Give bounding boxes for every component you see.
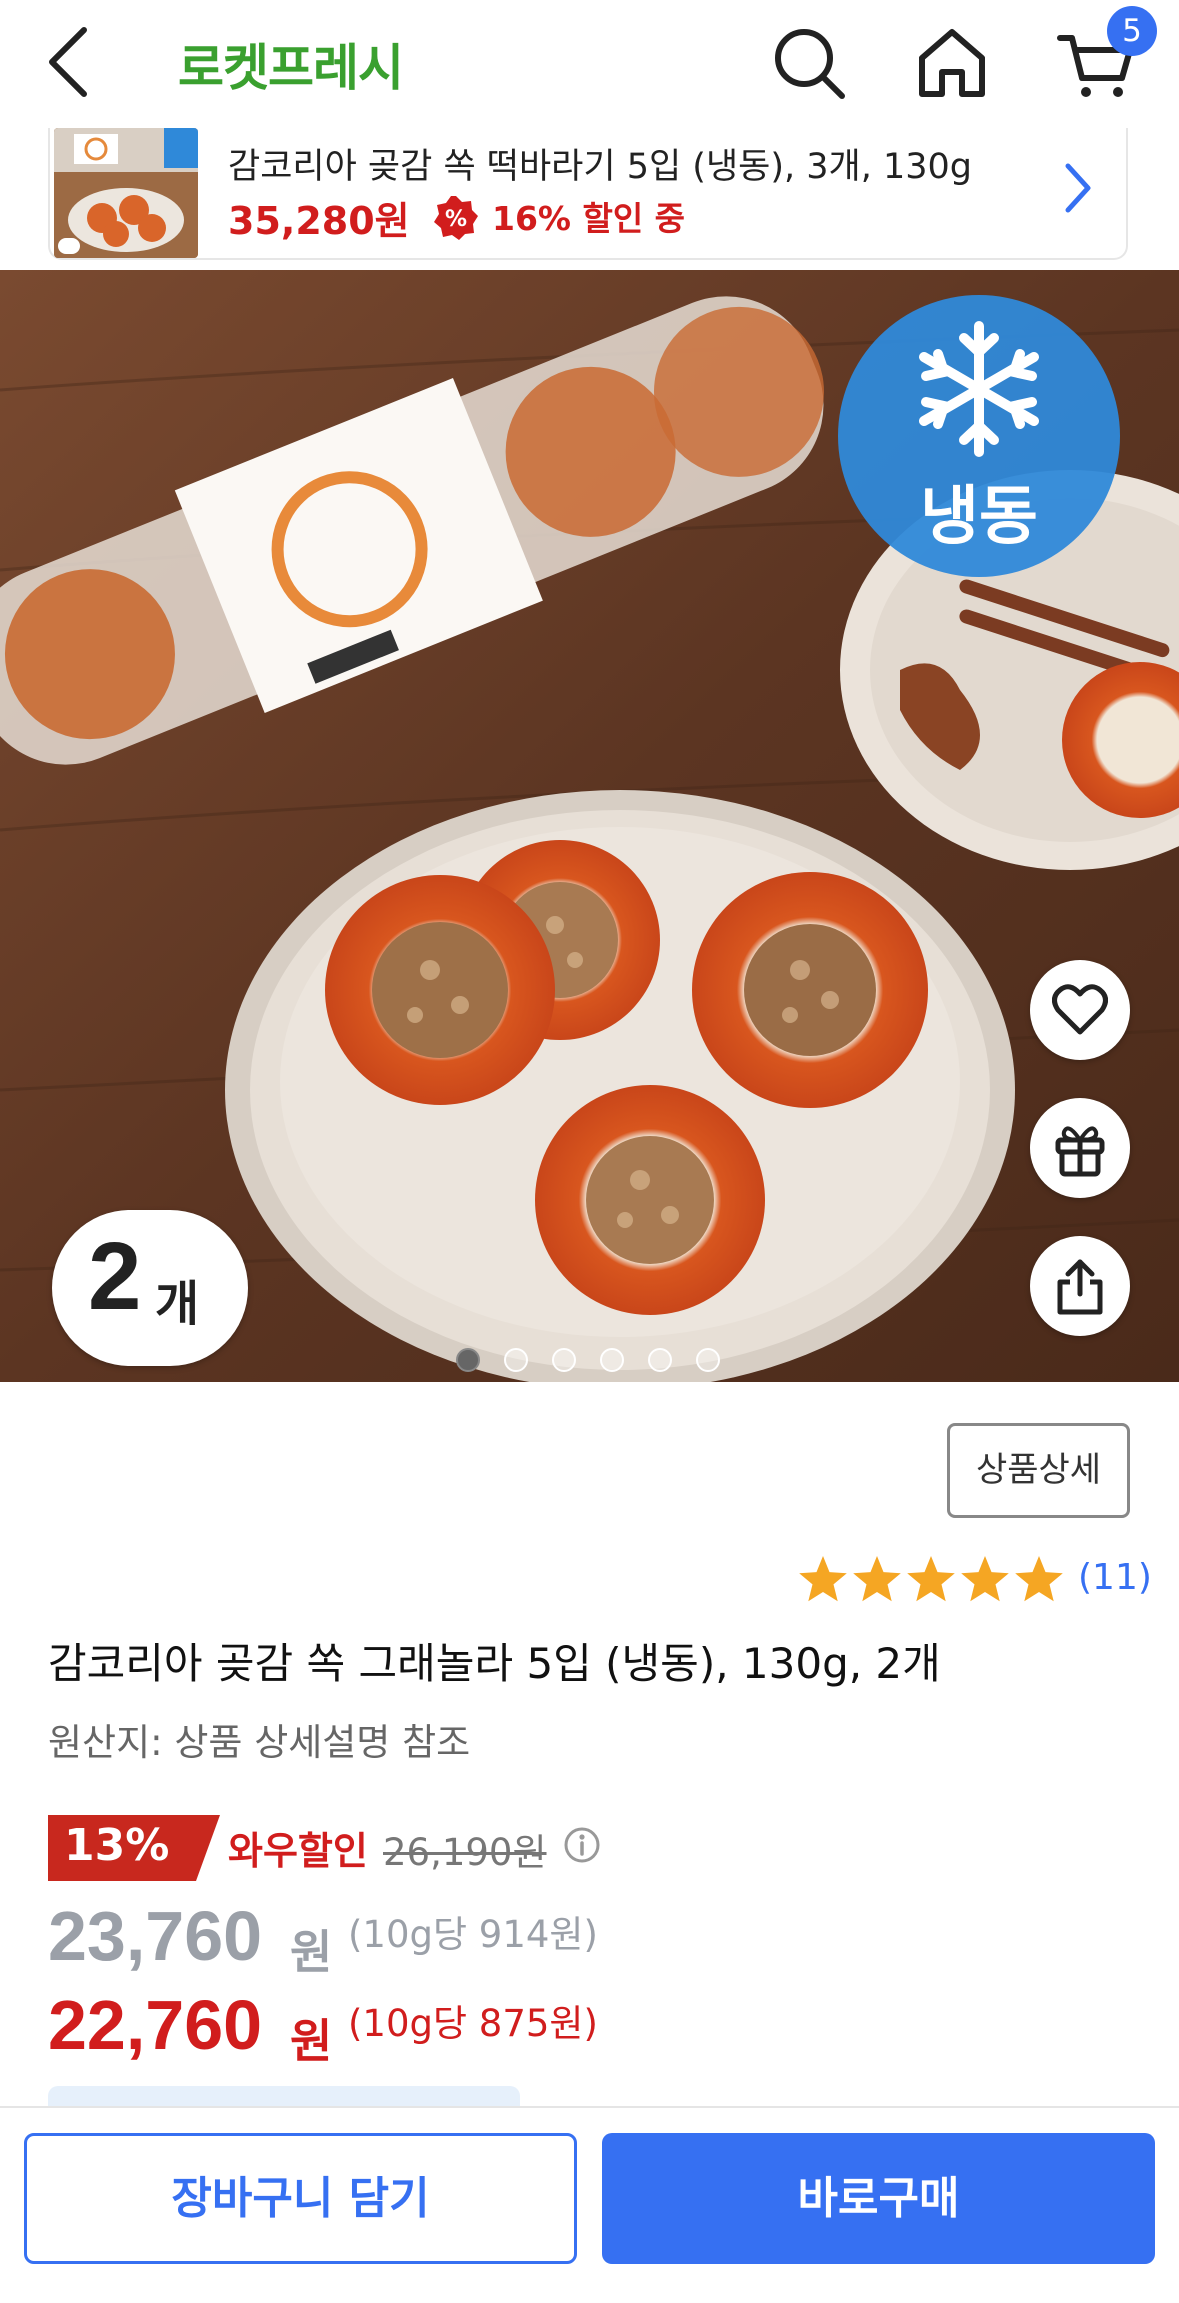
add-to-cart-button[interactable]: 장바구니 담기 — [24, 2133, 577, 2264]
carousel-dot[interactable] — [600, 1348, 624, 1372]
info-icon[interactable] — [563, 1826, 601, 1864]
banner-product-title[interactable]: 감코리아 곶감 쏙 떡바라기 5입 (냉동), 3개, 130g — [228, 138, 1048, 189]
carousel-dot[interactable] — [456, 1348, 480, 1372]
related-product-thumbnail — [54, 128, 198, 258]
rating-stars[interactable] — [798, 1555, 1068, 1607]
gift-icon — [1055, 1126, 1105, 1177]
quantity-badge — [52, 1210, 248, 1366]
sale-price-currency: 원 — [290, 1925, 333, 1979]
star-icon — [799, 1556, 847, 1602]
share-button[interactable] — [1030, 1236, 1130, 1336]
wow-price-currency: 원 — [290, 2014, 333, 2068]
frozen-label: 냉동 — [920, 480, 1038, 554]
back-arrow-icon[interactable] — [42, 22, 98, 102]
wishlist-button[interactable] — [1030, 960, 1130, 1060]
discount-percent: 13% — [64, 1820, 170, 1871]
wow-price: 22,760 — [48, 1986, 263, 2064]
star-icon — [853, 1556, 901, 1602]
review-count[interactable]: (11) — [1078, 1557, 1152, 1598]
scrolled-content-peek — [48, 2086, 520, 2106]
top-nav — [0, 0, 1179, 125]
carousel-dot[interactable] — [648, 1348, 672, 1372]
carousel-dot[interactable] — [504, 1348, 528, 1372]
carousel-dot[interactable] — [552, 1348, 576, 1372]
star-icon — [1015, 1556, 1063, 1602]
quantity-number: 2 — [88, 1223, 142, 1330]
brand-logo[interactable]: 로켓프레시 — [178, 28, 404, 100]
svg-text:%: % — [445, 207, 467, 232]
product-title: 감코리아 곶감 쏙 그래놀라 5입 (냉동), 130g, 2개 — [48, 1639, 941, 1688]
carousel-dot[interactable] — [696, 1348, 720, 1372]
carousel-indicator — [456, 1348, 720, 1372]
search-icon[interactable] — [768, 22, 848, 102]
banner-discount-label: 16% 할인 중 — [492, 199, 686, 238]
snowflake-icon — [919, 321, 1039, 457]
original-price: 26,190원 — [383, 1831, 547, 1874]
star-icon — [961, 1556, 1009, 1602]
quantity-unit: 개 — [155, 1276, 200, 1332]
wow-price-unit: (10g당 875원) — [348, 2002, 598, 2045]
sale-price: 23,760 — [48, 1897, 263, 1975]
chevron-right-icon[interactable] — [1060, 158, 1094, 218]
discount-percent-icon: % — [434, 196, 478, 240]
cart-count-badge: 5 — [1107, 6, 1157, 56]
home-icon[interactable] — [912, 22, 992, 102]
origin-info: 원산지: 상품 상세설명 참조 — [48, 1721, 471, 1764]
star-icon — [907, 1556, 955, 1602]
share-icon — [1057, 1259, 1103, 1315]
product-detail-button[interactable]: 상품상세 — [947, 1423, 1130, 1518]
gift-button[interactable] — [1030, 1098, 1130, 1198]
wow-discount-label: 와우할인 — [228, 1829, 368, 1873]
banner-price: 35,280원 — [228, 199, 410, 243]
sale-price-unit: (10g당 914원) — [348, 1913, 598, 1956]
buy-now-button[interactable]: 바로구매 — [602, 2133, 1155, 2264]
heart-icon — [1052, 984, 1108, 1035]
